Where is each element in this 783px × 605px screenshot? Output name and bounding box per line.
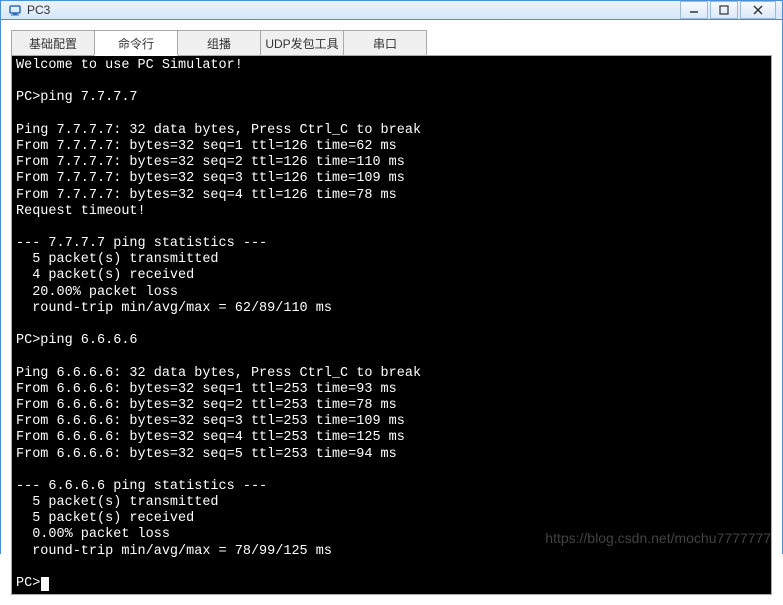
- tab-basic-config[interactable]: 基础配置: [11, 30, 95, 56]
- close-button[interactable]: [740, 1, 776, 19]
- app-icon: [7, 2, 23, 18]
- tab-serial[interactable]: 串口: [343, 30, 427, 56]
- tab-command-line[interactable]: 命令行: [94, 30, 178, 56]
- window-controls: [678, 1, 776, 19]
- app-window: PC3 基础配置 命令行 组播 UDP发包工具 串口 Welcome to us…: [0, 0, 783, 554]
- titlebar[interactable]: PC3: [1, 1, 782, 20]
- terminal-output[interactable]: Welcome to use PC Simulator! PC>ping 7.7…: [11, 55, 772, 595]
- window-title: PC3: [27, 3, 678, 17]
- tab-udp-tool[interactable]: UDP发包工具: [260, 30, 344, 56]
- terminal-cursor: [41, 577, 49, 591]
- tab-multicast[interactable]: 组播: [177, 30, 261, 56]
- content-area: 基础配置 命令行 组播 UDP发包工具 串口 Welcome to use PC…: [1, 20, 782, 605]
- tabs: 基础配置 命令行 组播 UDP发包工具 串口: [11, 30, 772, 56]
- maximize-button[interactable]: [710, 1, 738, 19]
- minimize-button[interactable]: [680, 1, 708, 19]
